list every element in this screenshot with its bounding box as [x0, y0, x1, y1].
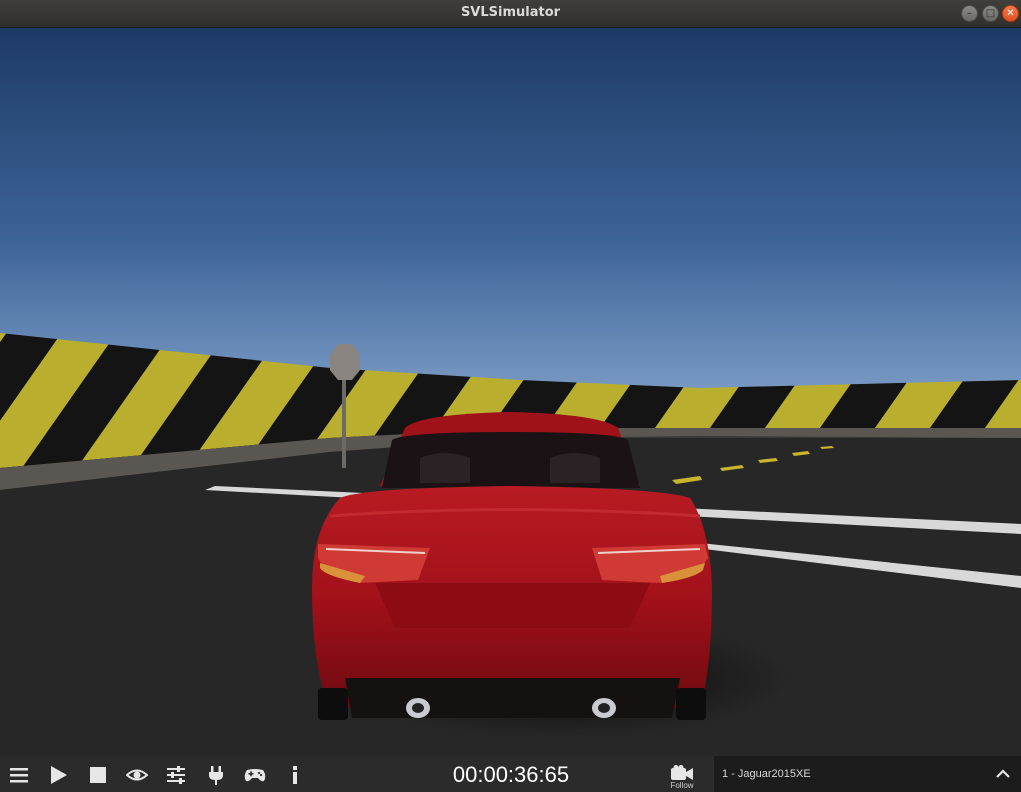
- eye-icon[interactable]: [126, 764, 148, 786]
- play-icon[interactable]: [47, 764, 69, 786]
- maximize-button[interactable]: □: [982, 5, 999, 22]
- camera-mode-label: Follow: [670, 781, 694, 790]
- agent-selector-label: 1 - Jaguar2015XE: [722, 768, 811, 780]
- simulation-timer: 00:00:36:65: [452, 762, 570, 787]
- camera-follow-button[interactable]: Follow: [662, 764, 702, 792]
- menu-icon[interactable]: [8, 764, 30, 786]
- close-button[interactable]: ✕: [1002, 5, 1019, 22]
- stop-icon[interactable]: [87, 764, 109, 786]
- window-titlebar: SVLSimulator – □ ✕: [0, 0, 1021, 28]
- sliders-icon[interactable]: [165, 764, 187, 786]
- agent-selector[interactable]: 1 - Jaguar2015XE: [714, 756, 1021, 792]
- plug-icon[interactable]: [205, 764, 227, 786]
- video-camera-icon: [671, 765, 693, 780]
- simulation-viewport[interactable]: [0, 28, 1021, 756]
- info-icon[interactable]: [284, 764, 306, 786]
- window-title: SVLSimulator: [460, 5, 561, 20]
- minimize-button[interactable]: –: [961, 5, 978, 22]
- bottom-toolbar: 00:00:36:65 Follow 1 - Jaguar2015XE: [0, 756, 1021, 792]
- gamepad-icon[interactable]: [243, 764, 267, 786]
- chevron-up-icon[interactable]: [995, 766, 1011, 782]
